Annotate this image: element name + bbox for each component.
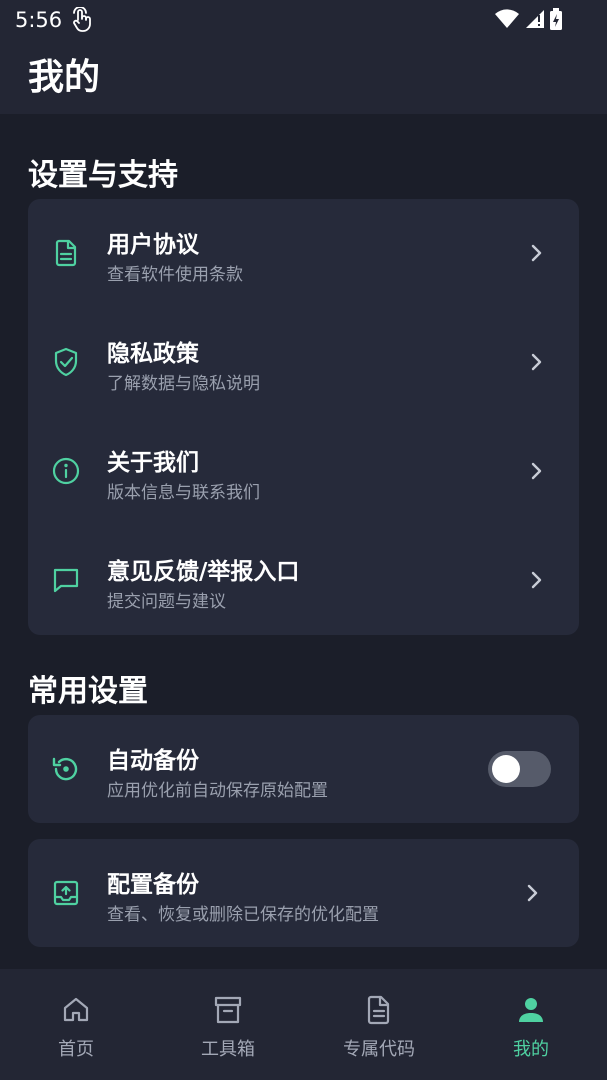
nav-label: 专属代码	[343, 1039, 415, 1060]
shield-check-icon	[54, 347, 78, 377]
menu-item-subtitle: 查看、恢复或删除已保存的优化配置	[107, 905, 379, 925]
wifi-icon	[495, 9, 519, 28]
menu-item-subtitle: 提交问题与建议	[107, 592, 226, 612]
header: 我的	[0, 42, 607, 114]
menu-item-subtitle: 版本信息与联系我们	[107, 483, 260, 503]
archive-box-icon	[214, 996, 242, 1024]
battery-icon	[550, 8, 562, 30]
chevron-right-icon	[531, 462, 542, 480]
cell-signal-icon	[526, 10, 544, 28]
section-title-support: 设置与支持	[28, 158, 178, 193]
menu-item-privacy-policy[interactable]: 隐私政策 了解数据与隐私说明	[28, 308, 579, 417]
nav-label: 首页	[58, 1039, 94, 1060]
home-icon	[63, 997, 89, 1022]
restore-icon	[52, 757, 78, 781]
setting-title: 自动备份	[107, 748, 199, 774]
file-text-icon	[367, 995, 390, 1025]
auto-backup-card: 自动备份 应用优化前自动保存原始配置	[28, 715, 579, 823]
support-card: 用户协议 查看软件使用条款 隐私政策 了解数据与隐私说明 关于我们 版本信息与联…	[28, 199, 579, 635]
status-bar: 5:56	[0, 0, 607, 42]
touch-gesture-icon	[70, 6, 94, 37]
menu-item-user-agreement[interactable]: 用户协议 查看软件使用条款	[28, 199, 579, 308]
menu-item-subtitle: 查看软件使用条款	[107, 265, 243, 285]
bottom-nav: 首页 工具箱 专属代码 我的	[0, 969, 607, 1080]
menu-item-config-backup[interactable]: 配置备份 查看、恢复或删除已保存的优化配置	[28, 839, 579, 947]
status-icons	[495, 8, 563, 30]
chevron-right-icon	[531, 353, 542, 371]
menu-item-title: 配置备份	[107, 872, 199, 898]
menu-item-about-us[interactable]: 关于我们 版本信息与联系我们	[28, 417, 579, 526]
nav-label: 工具箱	[201, 1039, 255, 1060]
setting-subtitle: 应用优化前自动保存原始配置	[107, 781, 328, 801]
upload-box-icon	[53, 880, 79, 906]
chevron-right-icon	[531, 571, 542, 589]
menu-item-title: 隐私政策	[107, 341, 199, 367]
message-icon	[53, 568, 79, 593]
chevron-right-icon	[527, 884, 538, 902]
toggle-knob	[492, 755, 520, 783]
menu-item-title: 关于我们	[107, 450, 199, 476]
menu-item-title: 用户协议	[107, 232, 199, 258]
menu-item-feedback[interactable]: 意见反馈/举报入口 提交问题与建议	[28, 526, 579, 635]
status-time: 5:56	[15, 8, 63, 32]
auto-backup-toggle[interactable]	[488, 751, 551, 787]
config-backup-card: 配置备份 查看、恢复或删除已保存的优化配置	[28, 839, 579, 947]
nav-item-exclusive-code[interactable]: 专属代码	[303, 969, 455, 1080]
nav-item-home[interactable]: 首页	[0, 969, 152, 1080]
document-icon	[55, 239, 77, 267]
person-icon	[519, 998, 543, 1022]
section-title-common: 常用设置	[28, 674, 148, 709]
menu-item-title: 意见反馈/举报入口	[107, 559, 300, 585]
setting-auto-backup: 自动备份 应用优化前自动保存原始配置	[28, 715, 579, 823]
menu-item-subtitle: 了解数据与隐私说明	[107, 374, 260, 394]
nav-label: 我的	[513, 1039, 549, 1060]
chevron-right-icon	[531, 244, 542, 262]
info-icon	[52, 457, 80, 485]
page-title: 我的	[28, 57, 101, 98]
nav-item-toolbox[interactable]: 工具箱	[152, 969, 304, 1080]
nav-item-mine[interactable]: 我的	[455, 969, 607, 1080]
